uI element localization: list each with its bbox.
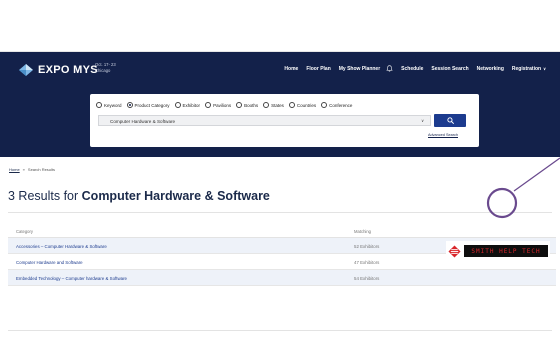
radio-states[interactable] (263, 102, 270, 108)
event-info: Oct. 17- 23 Chicago (95, 62, 116, 74)
option-label: States (271, 102, 284, 108)
option-label: Pavilions (213, 102, 232, 108)
radio-pavilions[interactable] (205, 102, 212, 108)
radio-keyword[interactable] (96, 102, 102, 108)
row-category-link[interactable]: Embedded Technology – Computer hardware … (16, 276, 127, 281)
divider (8, 330, 552, 331)
page-title: 3 Results for Computer Hardware & Softwa… (8, 189, 270, 203)
nav-links: Home Floor Plan My Show Planner Schedule… (284, 65, 546, 72)
breadcrumb-home[interactable]: Home (9, 167, 20, 172)
column-header-category: Category (16, 229, 33, 234)
diamond-logo-icon (19, 64, 33, 76)
logo-text: EXPO MYS (38, 64, 98, 76)
breadcrumb: Home » Search Results (9, 167, 55, 172)
nav-home[interactable]: Home (284, 66, 298, 72)
category-select[interactable]: Computer Hardware & Software ∨ (98, 115, 431, 126)
option-label: Keyword (104, 102, 122, 108)
row-matching: 54 Exhibitors (354, 275, 380, 281)
nav-floor-plan[interactable]: Floor Plan (306, 66, 330, 72)
search-type-options: Keyword Product Category Exhibitor Pavil… (96, 102, 357, 108)
nav-schedule[interactable]: Schedule (401, 66, 423, 72)
site-logo[interactable]: EXPO MYS (19, 64, 98, 76)
site-header: EXPO MYS Oct. 17- 23 Chicago Home Floor … (0, 52, 560, 157)
nav-registration[interactable]: Registration ∨ (512, 66, 546, 72)
category-select-value: Computer Hardware & Software (110, 118, 176, 124)
annotation-circle-pointer (486, 157, 560, 219)
option-label: Product Category (134, 102, 170, 108)
chevron-down-icon: ∨ (421, 118, 424, 123)
option-booths[interactable]: Booths (236, 102, 258, 108)
option-countries[interactable]: Countries (288, 102, 317, 108)
bell-icon[interactable] (386, 65, 393, 72)
nav-my-show-planner[interactable]: My Show Planner (339, 66, 380, 72)
table-row[interactable]: Embedded Technology – Computer hardware … (8, 270, 556, 286)
option-keyword[interactable]: Keyword (96, 102, 122, 108)
column-header-matching: Matching (354, 229, 371, 234)
row-category-link[interactable]: Computer Hardware and Software (16, 260, 83, 265)
option-exhibitor[interactable]: Exhibitor (174, 102, 201, 108)
radio-conference[interactable] (321, 102, 328, 108)
sponsor-badge: SMITH HELP TECH (464, 245, 548, 257)
radio-booths[interactable] (236, 102, 243, 108)
chevron-down-icon: ∨ (543, 65, 546, 71)
event-city: Chicago (95, 68, 111, 73)
option-label: Booths (244, 102, 259, 108)
sponsor-banner[interactable]: SMITH HELP TECH (446, 241, 550, 261)
option-states[interactable]: States (263, 102, 284, 108)
row-category-link[interactable]: Accessories – Computer Hardware & Softwa… (16, 244, 107, 249)
breadcrumb-separator: » (22, 167, 25, 172)
row-matching: 47 Exhibitors (354, 259, 380, 265)
option-label: Conference (329, 102, 353, 108)
option-label: Exhibitor (182, 102, 201, 108)
advanced-search-link[interactable]: Advanced Search (428, 133, 458, 137)
results-title-query: Computer Hardware & Software (81, 189, 270, 203)
sponsor-name: SMITH HELP TECH (471, 247, 541, 255)
row-matching: 52 Exhibitors (354, 243, 380, 249)
breadcrumb-current: Search Results (27, 167, 56, 172)
option-conference[interactable]: Conference (321, 102, 352, 108)
option-label: Countries (296, 102, 317, 108)
search-button[interactable] (434, 114, 466, 127)
main-nav: EXPO MYS Oct. 17- 23 Chicago Home Floor … (0, 52, 560, 85)
radio-exhibitor[interactable] (174, 102, 181, 108)
search-panel: Keyword Product Category Exhibitor Pavil… (90, 94, 479, 147)
nav-networking[interactable]: Networking (477, 66, 504, 72)
option-product-category[interactable]: Product Category (126, 102, 170, 108)
option-pavilions[interactable]: Pavilions (205, 102, 231, 108)
top-whitespace-bar (0, 0, 560, 52)
radio-product-category[interactable] (126, 102, 133, 108)
results-title-prefix: 3 Results for (8, 189, 79, 203)
sponsor-logo-icon (448, 244, 461, 258)
nav-session-search[interactable]: Session Search (431, 66, 468, 72)
nav-registration-label: Registration (511, 65, 542, 72)
radio-countries[interactable] (288, 102, 295, 108)
search-icon (446, 117, 454, 124)
